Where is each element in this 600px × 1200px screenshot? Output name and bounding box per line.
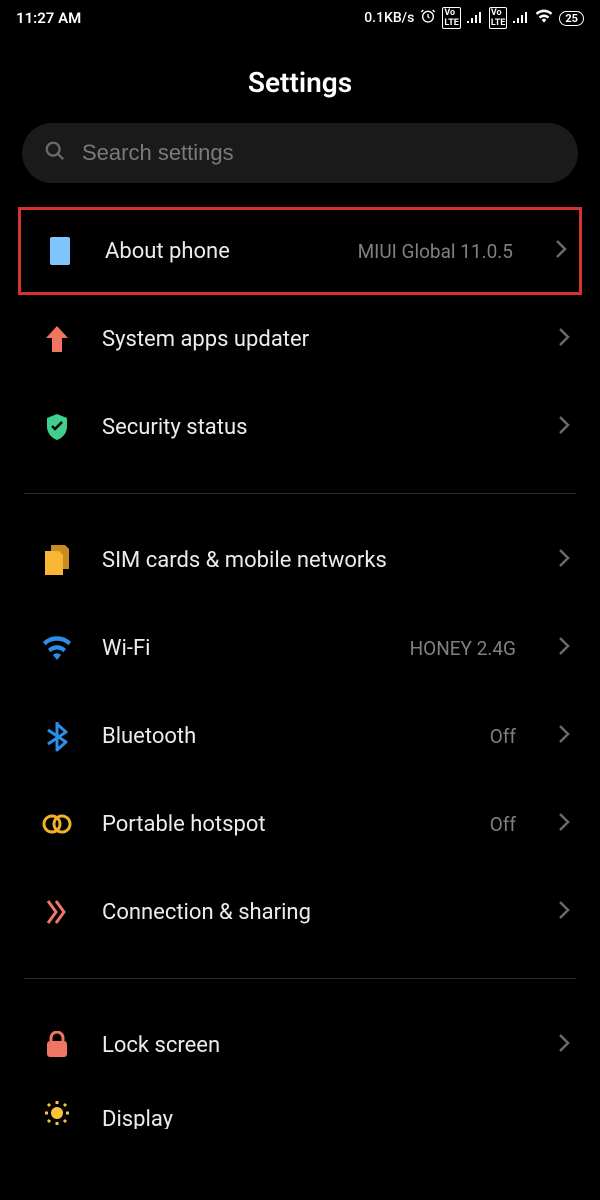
phone-icon xyxy=(43,235,77,267)
sun-icon xyxy=(40,1099,74,1127)
setting-lock-screen[interactable]: Lock screen xyxy=(0,1001,600,1089)
data-rate: 0.1KB/s xyxy=(364,10,414,26)
bluetooth-icon xyxy=(40,720,74,752)
setting-label: SIM cards & mobile networks xyxy=(102,548,516,573)
shield-check-icon xyxy=(40,412,74,442)
signal-sim2-icon xyxy=(513,9,529,27)
setting-bluetooth[interactable]: Bluetooth Off xyxy=(0,692,600,780)
alarm-icon xyxy=(420,8,436,28)
setting-label: Bluetooth xyxy=(102,724,462,749)
chevron-right-icon xyxy=(558,1033,570,1057)
sim-icon xyxy=(40,545,74,575)
setting-wifi[interactable]: Wi-Fi HONEY 2.4G xyxy=(0,604,600,692)
chevron-right-icon xyxy=(558,900,570,924)
search-icon xyxy=(44,140,66,166)
page-title: Settings xyxy=(0,36,600,123)
settings-section-3: Lock screen Display xyxy=(0,1001,600,1129)
chevron-right-icon xyxy=(558,724,570,748)
lock-icon xyxy=(40,1031,74,1059)
setting-display[interactable]: Display xyxy=(0,1089,600,1129)
volte-sim1-icon: VoLTE xyxy=(442,7,461,29)
chevron-right-icon xyxy=(558,327,570,351)
setting-label: Portable hotspot xyxy=(102,812,462,837)
status-time: 11:27 AM xyxy=(16,9,81,27)
status-right: 0.1KB/s VoLTE VoLTE 25 xyxy=(364,7,584,29)
setting-connection-sharing[interactable]: Connection & sharing xyxy=(0,868,600,956)
setting-label: About phone xyxy=(105,239,330,264)
setting-security-status[interactable]: Security status xyxy=(0,383,600,471)
setting-label: Lock screen xyxy=(102,1033,516,1058)
arrow-up-icon xyxy=(40,324,74,354)
setting-value: HONEY 2.4G xyxy=(410,637,516,660)
settings-section-2: SIM cards & mobile networks Wi-Fi HONEY … xyxy=(0,516,600,956)
setting-label: Security status xyxy=(102,415,516,440)
chevron-right-icon xyxy=(558,548,570,572)
wifi-status-icon xyxy=(535,9,553,27)
setting-system-apps-updater[interactable]: System apps updater xyxy=(0,295,600,383)
setting-label: Wi-Fi xyxy=(102,636,382,661)
setting-portable-hotspot[interactable]: Portable hotspot Off xyxy=(0,780,600,868)
section-divider xyxy=(24,978,576,979)
settings-section-1: About phone MIUI Global 11.0.5 System ap… xyxy=(0,207,600,471)
status-bar: 11:27 AM 0.1KB/s VoLTE VoLTE 25 xyxy=(0,0,600,36)
chevron-right-icon xyxy=(558,415,570,439)
search-bar[interactable] xyxy=(22,123,578,183)
wifi-icon xyxy=(40,636,74,660)
section-divider xyxy=(24,493,576,494)
hotspot-icon xyxy=(40,813,74,835)
connection-icon xyxy=(40,899,74,925)
search-input[interactable] xyxy=(82,140,556,166)
setting-sim-cards[interactable]: SIM cards & mobile networks xyxy=(0,516,600,604)
setting-value: MIUI Global 11.0.5 xyxy=(358,240,513,263)
setting-label: Connection & sharing xyxy=(102,900,516,925)
setting-value: Off xyxy=(490,725,516,748)
chevron-right-icon xyxy=(558,636,570,660)
setting-value: Off xyxy=(490,813,516,836)
setting-about-phone[interactable]: About phone MIUI Global 11.0.5 xyxy=(18,207,582,295)
setting-label: System apps updater xyxy=(102,327,516,352)
setting-label: Display xyxy=(102,1107,570,1129)
chevron-right-icon xyxy=(558,812,570,836)
chevron-right-icon xyxy=(555,239,567,263)
signal-sim1-icon xyxy=(467,9,483,27)
volte-sim2-icon: VoLTE xyxy=(489,7,508,29)
battery-icon: 25 xyxy=(559,11,584,26)
